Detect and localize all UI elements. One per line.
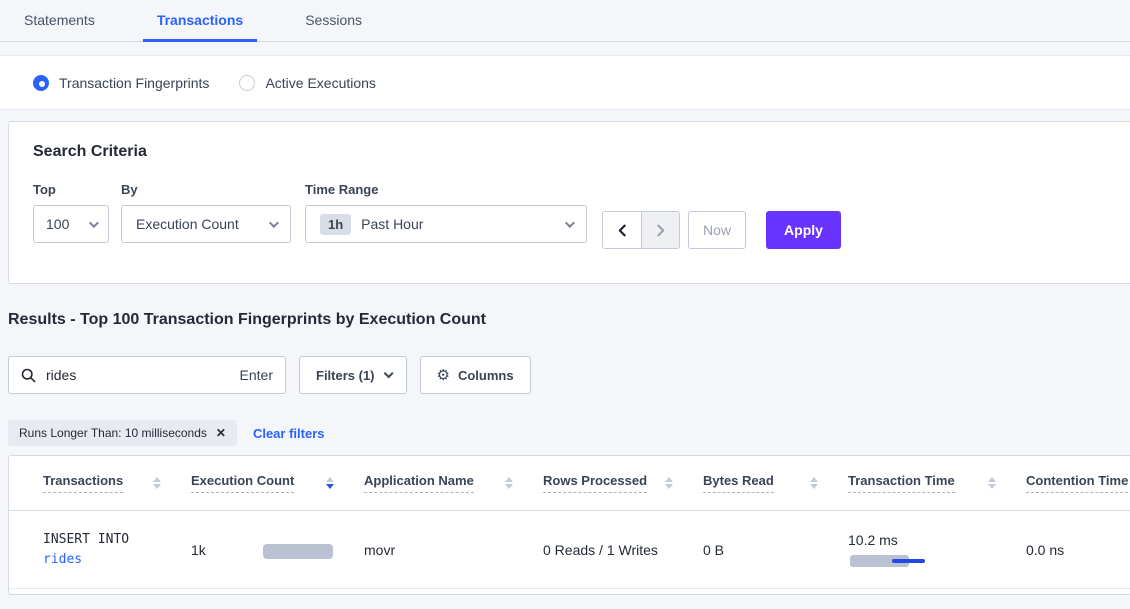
radio-selected-icon xyxy=(33,75,49,91)
time-range-label: Time Range xyxy=(305,182,587,197)
results-heading: Results - Top 100 Transaction Fingerprin… xyxy=(8,311,486,329)
sort-icon[interactable] xyxy=(665,477,673,489)
time-range-field-group: Time Range 1h Past Hour xyxy=(305,182,587,243)
gear-icon: ⚙ xyxy=(437,366,450,384)
transaction-statement-cell: INSERT INTO rides xyxy=(43,530,191,570)
remove-filter-icon[interactable]: ✕ xyxy=(216,426,226,440)
column-header-label[interactable]: Execution Count xyxy=(191,473,294,493)
search-criteria-title: Search Criteria xyxy=(33,143,147,161)
by-select[interactable]: Execution Count xyxy=(121,205,291,243)
radio-label: Active Executions xyxy=(265,75,376,91)
search-box: Enter xyxy=(8,356,286,394)
column-header-label[interactable]: Rows Processed xyxy=(543,473,647,493)
chevron-down-icon xyxy=(89,218,99,228)
time-range-badge: 1h xyxy=(320,214,351,235)
column-header-application-name: Application Name xyxy=(364,473,543,493)
chevron-right-icon xyxy=(654,224,667,237)
sort-icon[interactable] xyxy=(988,477,996,489)
columns-button[interactable]: ⚙ Columns xyxy=(420,356,531,394)
top-select-value: 100 xyxy=(46,216,69,232)
sort-icon[interactable] xyxy=(153,477,161,489)
radio-unselected-icon xyxy=(239,75,255,91)
filter-chip-runs-longer-than: Runs Longer Than: 10 milliseconds ✕ xyxy=(8,420,237,446)
column-header-label[interactable]: Contention Time xyxy=(1026,473,1128,493)
apply-button[interactable]: Apply xyxy=(766,211,841,249)
results-toolbar: Enter Filters (1) ⚙ Columns xyxy=(8,356,531,394)
sort-desc-active-icon[interactable] xyxy=(326,477,334,489)
clear-filters-link[interactable]: Clear filters xyxy=(253,426,325,441)
transaction-time-bar xyxy=(848,555,928,567)
radio-label: Transaction Fingerprints xyxy=(59,75,209,91)
application-name-cell: movr xyxy=(364,542,543,558)
tab-transactions[interactable]: Transactions xyxy=(143,0,257,42)
time-range-select[interactable]: 1h Past Hour xyxy=(305,205,587,243)
column-header-transaction-time: Transaction Time xyxy=(848,473,1026,493)
column-header-contention-time: Contention Time xyxy=(1026,473,1130,493)
column-header-execution-count: Execution Count xyxy=(191,473,364,493)
table-row: INSERT INTO rides 1k movr 0 Reads / 1 Wr… xyxy=(9,511,1130,589)
filter-chip-label: Runs Longer Than: 10 milliseconds xyxy=(19,426,207,440)
by-label: By xyxy=(121,182,291,197)
statement-link[interactable]: rides xyxy=(43,550,191,570)
top-tab-bar: Statements Transactions Sessions xyxy=(0,0,1130,42)
search-input[interactable] xyxy=(46,367,230,383)
column-header-rows-processed: Rows Processed xyxy=(543,473,703,493)
chevron-left-icon xyxy=(616,224,629,237)
radio-transaction-fingerprints[interactable]: Transaction Fingerprints xyxy=(33,75,209,91)
top-select[interactable]: 100 xyxy=(33,205,109,243)
results-table-card: Transactions Execution Count Application… xyxy=(8,455,1130,595)
view-toggle-band: Transaction Fingerprints Active Executio… xyxy=(0,55,1130,110)
tab-sessions[interactable]: Sessions xyxy=(291,0,376,42)
table-header-row: Transactions Execution Count Application… xyxy=(9,456,1130,511)
chevron-down-icon xyxy=(565,218,575,228)
column-header-label[interactable]: Transaction Time xyxy=(848,473,955,493)
search-criteria-card: Search Criteria Top 100 By Execution Cou… xyxy=(8,121,1130,284)
rows-processed-cell: 0 Reads / 1 Writes xyxy=(543,542,703,558)
execution-count-bar xyxy=(263,544,333,559)
sort-icon[interactable] xyxy=(810,477,818,489)
column-header-label[interactable]: Application Name xyxy=(364,473,474,493)
time-range-prev-button[interactable] xyxy=(603,212,641,248)
column-header-label[interactable]: Transactions xyxy=(43,473,123,493)
top-field-group: Top 100 xyxy=(33,182,109,243)
time-range-next-button[interactable] xyxy=(641,212,679,248)
sort-icon[interactable] xyxy=(505,477,513,489)
time-range-arrow-group xyxy=(602,211,680,249)
columns-button-label: Columns xyxy=(458,368,514,383)
search-enter-button[interactable]: Enter xyxy=(240,367,273,383)
tab-statements[interactable]: Statements xyxy=(10,0,109,42)
transaction-time-cell: 10.2 ms xyxy=(848,532,1026,567)
statement-text: INSERT INTO xyxy=(43,530,191,550)
now-button[interactable]: Now xyxy=(688,211,746,249)
transaction-time-bar-stddev xyxy=(892,559,925,563)
column-header-label[interactable]: Bytes Read xyxy=(703,473,774,493)
bytes-read-cell: 0 B xyxy=(703,542,848,558)
transactions-page: Statements Transactions Sessions Transac… xyxy=(0,0,1130,609)
top-label: Top xyxy=(33,182,109,197)
contention-time-cell: 0.0 ns xyxy=(1026,542,1130,558)
execution-count-value: 1k xyxy=(191,542,206,558)
radio-active-executions[interactable]: Active Executions xyxy=(239,75,376,91)
chevron-down-icon xyxy=(269,218,279,228)
filters-button[interactable]: Filters (1) xyxy=(299,356,407,394)
applied-filters-row: Runs Longer Than: 10 milliseconds ✕ Clea… xyxy=(8,420,325,446)
time-range-value: Past Hour xyxy=(361,216,555,232)
by-field-group: By Execution Count xyxy=(121,182,291,243)
column-header-bytes-read: Bytes Read xyxy=(703,473,848,493)
execution-count-cell: 1k xyxy=(191,511,364,588)
transaction-time-value: 10.2 ms xyxy=(848,532,1026,548)
search-icon xyxy=(21,368,36,383)
chevron-down-icon xyxy=(383,368,393,378)
filters-button-label: Filters (1) xyxy=(316,368,375,383)
column-header-transactions: Transactions xyxy=(43,473,191,493)
by-select-value: Execution Count xyxy=(136,216,239,232)
